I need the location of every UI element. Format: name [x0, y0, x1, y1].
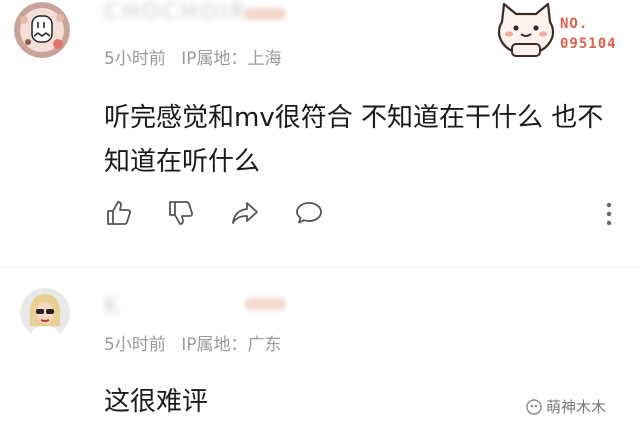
more-icon[interactable] — [604, 201, 614, 227]
cartoon-face-avatar-icon — [14, 2, 70, 58]
cat-sticker-icon — [497, 2, 555, 57]
time-ago: 5小时前 — [104, 49, 166, 69]
comment-meta: 5小时前 IP属地：广东 — [104, 330, 292, 355]
user-avatar[interactable] — [20, 288, 70, 338]
thumbs-up-icon[interactable] — [104, 198, 134, 228]
paw-icon — [526, 398, 542, 415]
watermark: 萌神木木 — [526, 396, 606, 417]
thumbs-down-icon[interactable] — [166, 198, 196, 228]
ip-location: IP属地：上海 — [181, 49, 282, 69]
watermark-text: 萌神木木 — [546, 398, 607, 416]
comment-actions — [104, 198, 624, 230]
comment-meta: 5小时前 IP属地：上海 — [104, 44, 292, 69]
user-badge — [244, 8, 286, 20]
comment-text-line: 知道在听什么 — [104, 147, 261, 177]
comment-text: 听完感觉和mv很符合 不知道在干什么 也不 知道在听什么 — [104, 96, 634, 184]
user-badge — [244, 298, 286, 310]
comment-text-line: 听完感觉和mv很符合 不知道在干什么 也不 — [104, 103, 604, 133]
ip-location: IP属地：广东 — [181, 335, 282, 355]
comment-icon[interactable] — [294, 198, 324, 228]
photo-avatar-icon — [20, 288, 70, 338]
sticker-label: NO. — [560, 16, 589, 32]
username[interactable]: K — [104, 294, 174, 316]
sticker-number: NO. 095104 — [560, 14, 617, 54]
sticker-code: 095104 — [560, 36, 617, 52]
user-avatar[interactable] — [14, 2, 70, 58]
share-icon[interactable] — [230, 198, 260, 228]
time-ago: 5小时前 — [104, 335, 166, 355]
